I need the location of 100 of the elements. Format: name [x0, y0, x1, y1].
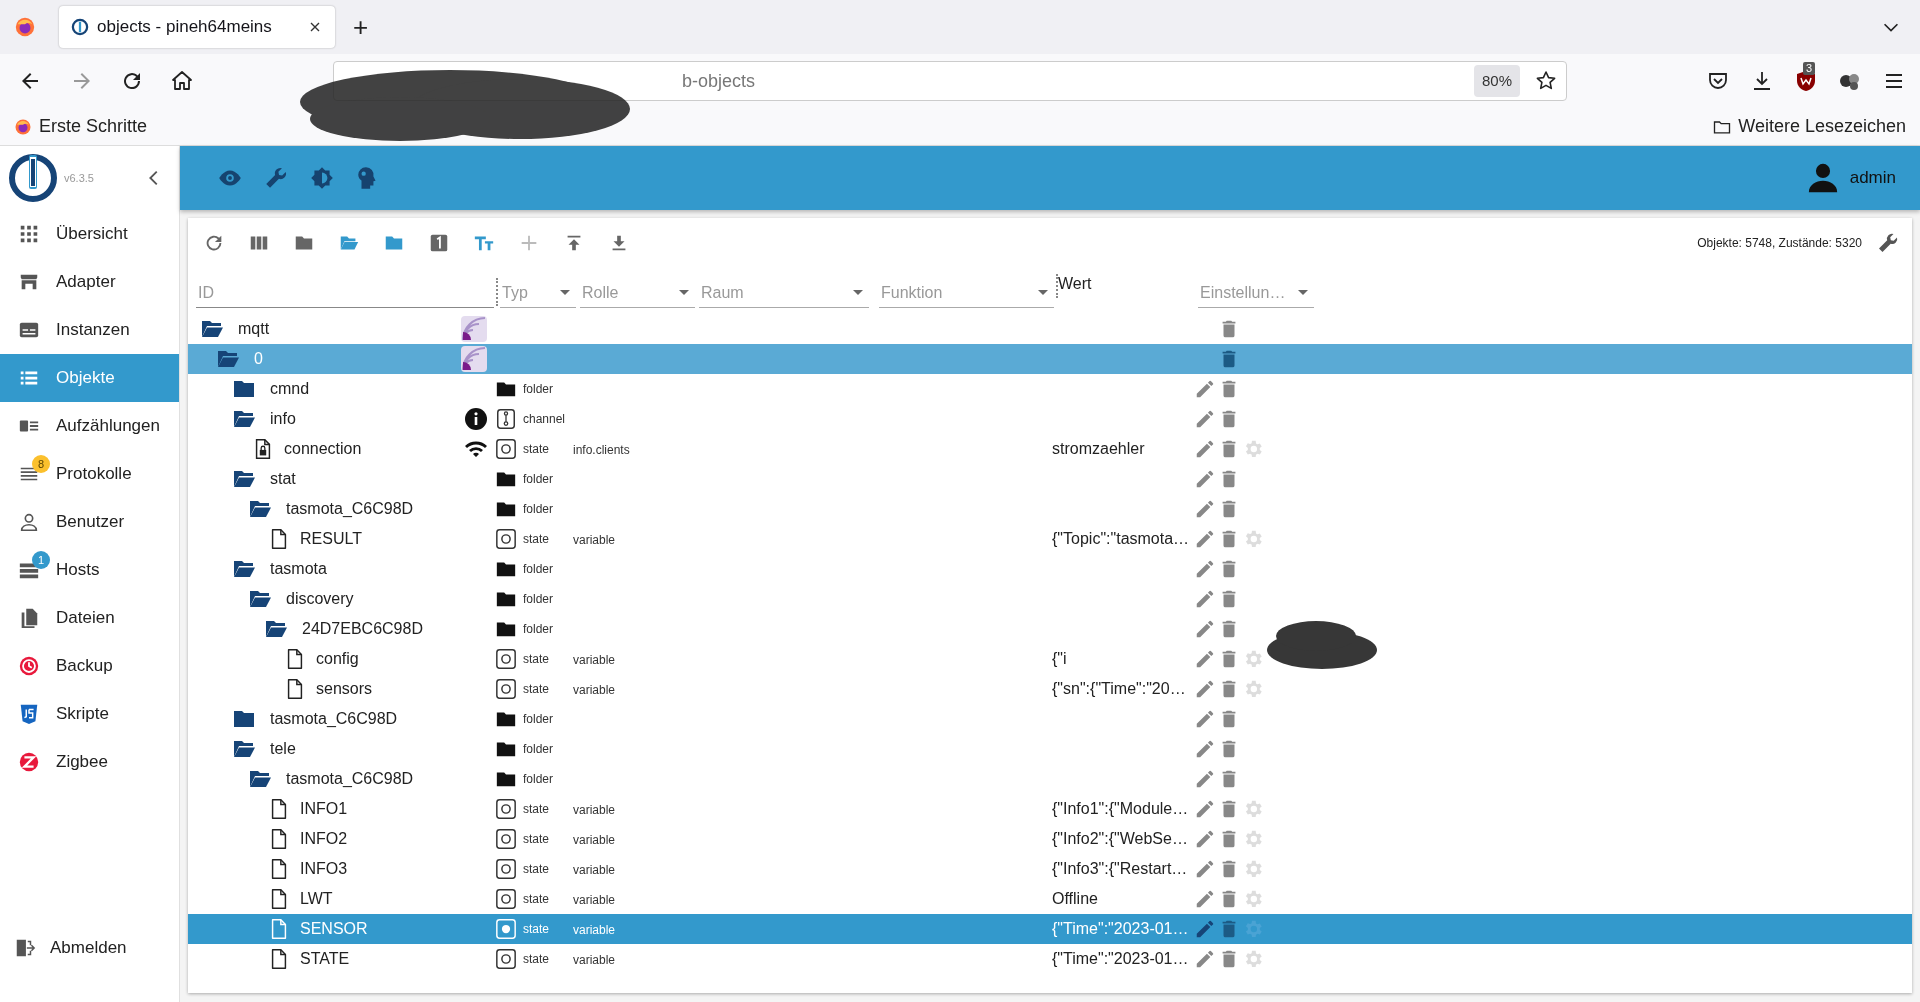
type-label: state — [523, 861, 549, 878]
object-name: tasmota — [270, 559, 327, 579]
edit-icon[interactable] — [1194, 378, 1216, 400]
tree-row[interactable]: connection state info.clients stromzaehler — [188, 434, 1912, 464]
tree-row[interactable]: LWT state variable Offline — [188, 884, 1912, 914]
state-icon — [495, 798, 517, 820]
object-name: info — [270, 409, 296, 429]
tree-row[interactable]: config state variable {"i — [188, 644, 1912, 674]
object-name: 24D7EBC6C98D — [302, 619, 423, 639]
grid-icon — [18, 223, 40, 245]
edit-icon[interactable] — [1194, 588, 1216, 610]
edit-icon[interactable] — [1194, 528, 1216, 550]
edit-icon[interactable] — [1194, 738, 1216, 760]
type-label: state — [523, 831, 549, 848]
tree-row[interactable]: cmnd folder — [188, 374, 1912, 404]
tree-row[interactable]: STATE state variable {"Time":"2023-01… — [188, 944, 1912, 974]
edit-icon[interactable] — [1194, 828, 1216, 850]
type-label: folder — [523, 561, 554, 578]
state-icon — [495, 918, 517, 940]
version-label: v6.3.5 — [64, 170, 94, 186]
edit-icon[interactable] — [1194, 678, 1216, 700]
type-label: state — [523, 801, 549, 818]
count-badge: 8 — [32, 455, 50, 473]
edit-icon[interactable] — [1194, 438, 1216, 460]
clock-icon — [18, 655, 40, 677]
edit-icon[interactable] — [1194, 858, 1216, 880]
tree-row[interactable]: tele folder — [188, 734, 1912, 764]
zoom-level[interactable]: 80% — [1473, 64, 1520, 98]
tree-row[interactable]: RESULT state variable {"Topic":"tasmota… — [188, 524, 1912, 554]
tree-row[interactable]: INFO3 state variable {"Info3":{"Restart… — [188, 854, 1912, 884]
object-name: discovery — [286, 589, 354, 609]
sidebar-item[interactable]: Zigbee — [0, 738, 179, 786]
tree-row[interactable]: sensors state variable {"sn":{"Time":"20… — [188, 674, 1912, 704]
tree-row[interactable]: tasmota folder — [188, 554, 1912, 584]
type-label: folder — [523, 381, 554, 398]
sidebar-item[interactable]: Adapter — [0, 258, 179, 306]
app-logo-icon — [8, 153, 58, 203]
object-name: SENSOR — [300, 919, 368, 939]
sidebar-item[interactable]: Protokolle 8 — [0, 450, 179, 498]
tree-row[interactable]: tasmota_C6C98D folder — [188, 494, 1912, 524]
edit-icon[interactable] — [1194, 618, 1216, 640]
edit-icon[interactable] — [1194, 948, 1216, 970]
sidebar-item[interactable]: Benutzer — [0, 498, 179, 546]
value-text: stromzaehler — [1052, 439, 1145, 459]
new-tab-button[interactable]: + — [349, 14, 373, 40]
role-label: variable — [573, 923, 616, 937]
type-label: channel — [523, 411, 566, 428]
tree-row[interactable]: tasmota_C6C98D folder — [188, 764, 1912, 794]
user-name[interactable]: admin — [1849, 165, 1896, 191]
sidebar-item[interactable]: Skripte — [0, 690, 179, 738]
role-label: variable — [573, 653, 616, 667]
object-name: LWT — [300, 889, 333, 909]
caret-icon — [560, 290, 570, 295]
sidebar-item[interactable]: Backup — [0, 642, 179, 690]
home-icon[interactable] — [170, 69, 194, 93]
tree-row[interactable]: mqtt — [188, 314, 1912, 344]
edit-icon[interactable] — [1194, 798, 1216, 820]
sidebar-item[interactable]: Aufzählungen — [0, 402, 179, 450]
caret-icon — [679, 290, 689, 295]
state-icon — [495, 648, 517, 670]
tree-row[interactable]: stat folder — [188, 464, 1912, 494]
value-text: {"Info3":{"Restart… — [1052, 859, 1188, 879]
sidebar-item[interactable]: Hosts 1 — [0, 546, 179, 594]
sidebar-item[interactable]: Instanzen — [0, 306, 179, 354]
object-name: 0 — [254, 349, 263, 369]
type-label: folder — [523, 711, 554, 728]
browser-logo-icon — [14, 16, 36, 38]
number-icon[interactable] — [428, 232, 450, 254]
edit-icon[interactable] — [1194, 498, 1216, 520]
value-text: {"Time":"2023-01… — [1052, 919, 1189, 939]
value-text: {"Time":"2023-01… — [1052, 949, 1189, 969]
type-label: state — [523, 651, 549, 668]
tree-row[interactable]: INFO2 state variable {"Info2":{"WebSe… — [188, 824, 1912, 854]
object-name: INFO1 — [300, 799, 348, 819]
edit-icon[interactable] — [1194, 558, 1216, 580]
tree-row[interactable]: info channel — [188, 404, 1912, 434]
sidebar-item[interactable]: Übersicht — [0, 210, 179, 258]
role-label: variable — [573, 863, 616, 877]
type-label: state — [523, 681, 549, 698]
edit-icon[interactable] — [1194, 408, 1216, 430]
extension-badge: 3 — [1803, 62, 1816, 75]
tree-row[interactable]: discovery folder — [188, 584, 1912, 614]
edit-icon[interactable] — [1194, 708, 1216, 730]
edit-icon[interactable] — [1194, 468, 1216, 490]
other-bookmarks-link[interactable]: Weitere Lesezeichen — [1712, 113, 1906, 140]
edit-icon[interactable] — [1194, 768, 1216, 790]
tree-row[interactable]: tasmota_C6C98D folder — [188, 704, 1912, 734]
edit-icon[interactable] — [1194, 918, 1216, 940]
tree-row[interactable]: 24D7EBC6C98D folder — [188, 614, 1912, 644]
edit-icon[interactable] — [1194, 648, 1216, 670]
tree-row[interactable]: INFO1 state variable {"Info1":{"Module… — [188, 794, 1912, 824]
type-label: folder — [523, 621, 554, 638]
settings-icon[interactable] — [1876, 231, 1900, 255]
logout-item[interactable]: Abmelden — [0, 924, 179, 972]
theme-icon[interactable] — [309, 165, 335, 191]
bookmark-link[interactable]: Erste Schritte — [14, 113, 148, 140]
browser-tab[interactable]: objects - pineh64meins — [59, 6, 335, 48]
type-label: state — [523, 951, 549, 968]
sidebar-item[interactable]: Dateien — [0, 594, 179, 642]
edit-icon[interactable] — [1194, 888, 1216, 910]
